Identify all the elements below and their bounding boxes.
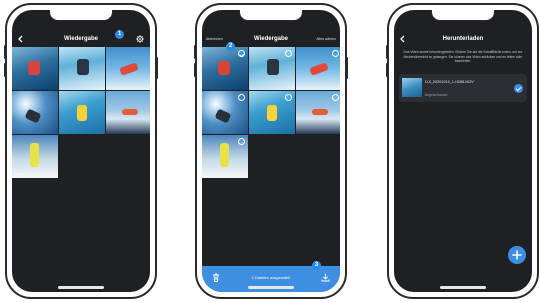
volume-button: [386, 63, 388, 77]
step-marker-2: 2: [226, 42, 235, 51]
plus-button[interactable]: [508, 246, 526, 264]
thumbnail[interactable]: [202, 91, 248, 134]
thumbnail[interactable]: [202, 135, 248, 178]
playback-screen: Wiedergabe 1 Beispiel: [12, 10, 150, 292]
surfer-figure: [77, 59, 89, 75]
thumbnail[interactable]: [106, 47, 150, 90]
settings-icon[interactable]: [136, 35, 144, 43]
skier-figure: [119, 62, 139, 76]
file-name: DJI_20201015_1-H265.MOV: [425, 80, 474, 84]
surfer-figure: [218, 61, 230, 75]
notch: [239, 10, 303, 21]
volume-button: [386, 45, 388, 59]
step-marker-1: 1: [115, 30, 124, 39]
step-marker-3: 3: [312, 261, 321, 270]
thumbnail[interactable]: [249, 47, 295, 90]
skier-figure: [24, 108, 42, 124]
cancel-button[interactable]: Abbrechen: [206, 32, 223, 46]
thumbnail[interactable]: [12, 91, 58, 134]
phone-select: Abbrechen Wiedergabe Alles wählen 2 3 1 …: [194, 3, 348, 299]
page-title: Wiedergabe: [64, 36, 98, 42]
thumbnail[interactable]: [12, 47, 58, 90]
volume-button: [194, 63, 196, 77]
home-indicator: [248, 286, 294, 289]
download-icon[interactable]: [321, 273, 330, 282]
thumbnail[interactable]: [59, 91, 105, 134]
phone-download: Herunterladen Das Video wurde herunterge…: [386, 3, 539, 299]
playback-header: Wiedergabe: [12, 32, 150, 46]
skier-figure: [214, 108, 232, 124]
surfer-figure: [267, 105, 277, 121]
check-icon: [514, 84, 523, 93]
download-thumbnail: [402, 78, 422, 97]
volume-button: [194, 45, 196, 59]
kite-figure: [312, 109, 328, 115]
volume-button: [4, 63, 6, 77]
select-circle[interactable]: [285, 94, 292, 101]
home-indicator: [58, 286, 104, 289]
thumbnail[interactable]: Beispiel: [12, 135, 58, 178]
download-screen: Herunterladen Das Video wurde herunterge…: [394, 10, 532, 292]
thumbnail[interactable]: [249, 91, 295, 134]
back-icon[interactable]: [17, 35, 25, 43]
power-button: [346, 57, 348, 79]
page-title: Wiedergabe: [254, 36, 288, 42]
thumbnail[interactable]: [59, 47, 105, 90]
select-circle[interactable]: [238, 138, 245, 145]
thumbnail[interactable]: [296, 47, 340, 90]
check-icon[interactable]: [238, 50, 245, 57]
thumbnail[interactable]: [106, 91, 150, 134]
download-header: Herunterladen: [394, 32, 532, 46]
notch: [49, 10, 113, 21]
surfer-figure: [28, 61, 40, 75]
back-icon[interactable]: [399, 35, 407, 43]
skier-figure: [309, 62, 329, 76]
surfer-figure: [267, 59, 279, 75]
select-circle[interactable]: [238, 94, 245, 101]
download-status: Abgeschlossen: [425, 93, 448, 97]
phone-playback: Wiedergabe 1 Beispiel: [4, 3, 158, 299]
select-header: Abbrechen Wiedergabe Alles wählen: [202, 32, 340, 46]
notch: [431, 10, 495, 21]
surfer-figure: [77, 105, 87, 121]
page-title: Herunterladen: [442, 36, 484, 42]
select-circle[interactable]: [332, 50, 339, 57]
select-circle[interactable]: [285, 50, 292, 57]
skier-figure: [220, 143, 229, 167]
thumbnail-selected[interactable]: [202, 47, 248, 90]
power-button: [156, 57, 158, 79]
select-screen: Abbrechen Wiedergabe Alles wählen 2 3 1 …: [202, 10, 340, 292]
download-info: Das Video wurde heruntergeladen. Klicken…: [403, 50, 523, 64]
thumbnail[interactable]: [296, 91, 340, 134]
download-item[interactable]: DJI_20201015_1-H265.MOV Abgeschlossen: [399, 74, 527, 102]
volume-button: [4, 45, 6, 59]
home-indicator: [440, 286, 486, 289]
thumbnail-caption: Beispiel: [14, 172, 25, 176]
select-circle[interactable]: [332, 94, 339, 101]
plus-icon: [512, 250, 522, 260]
select-all-button[interactable]: Alles wählen: [316, 32, 336, 46]
skier-figure: [30, 143, 39, 167]
selected-count: 1 Dateien ausgewählt: [251, 275, 291, 280]
kite-figure: [122, 109, 138, 115]
